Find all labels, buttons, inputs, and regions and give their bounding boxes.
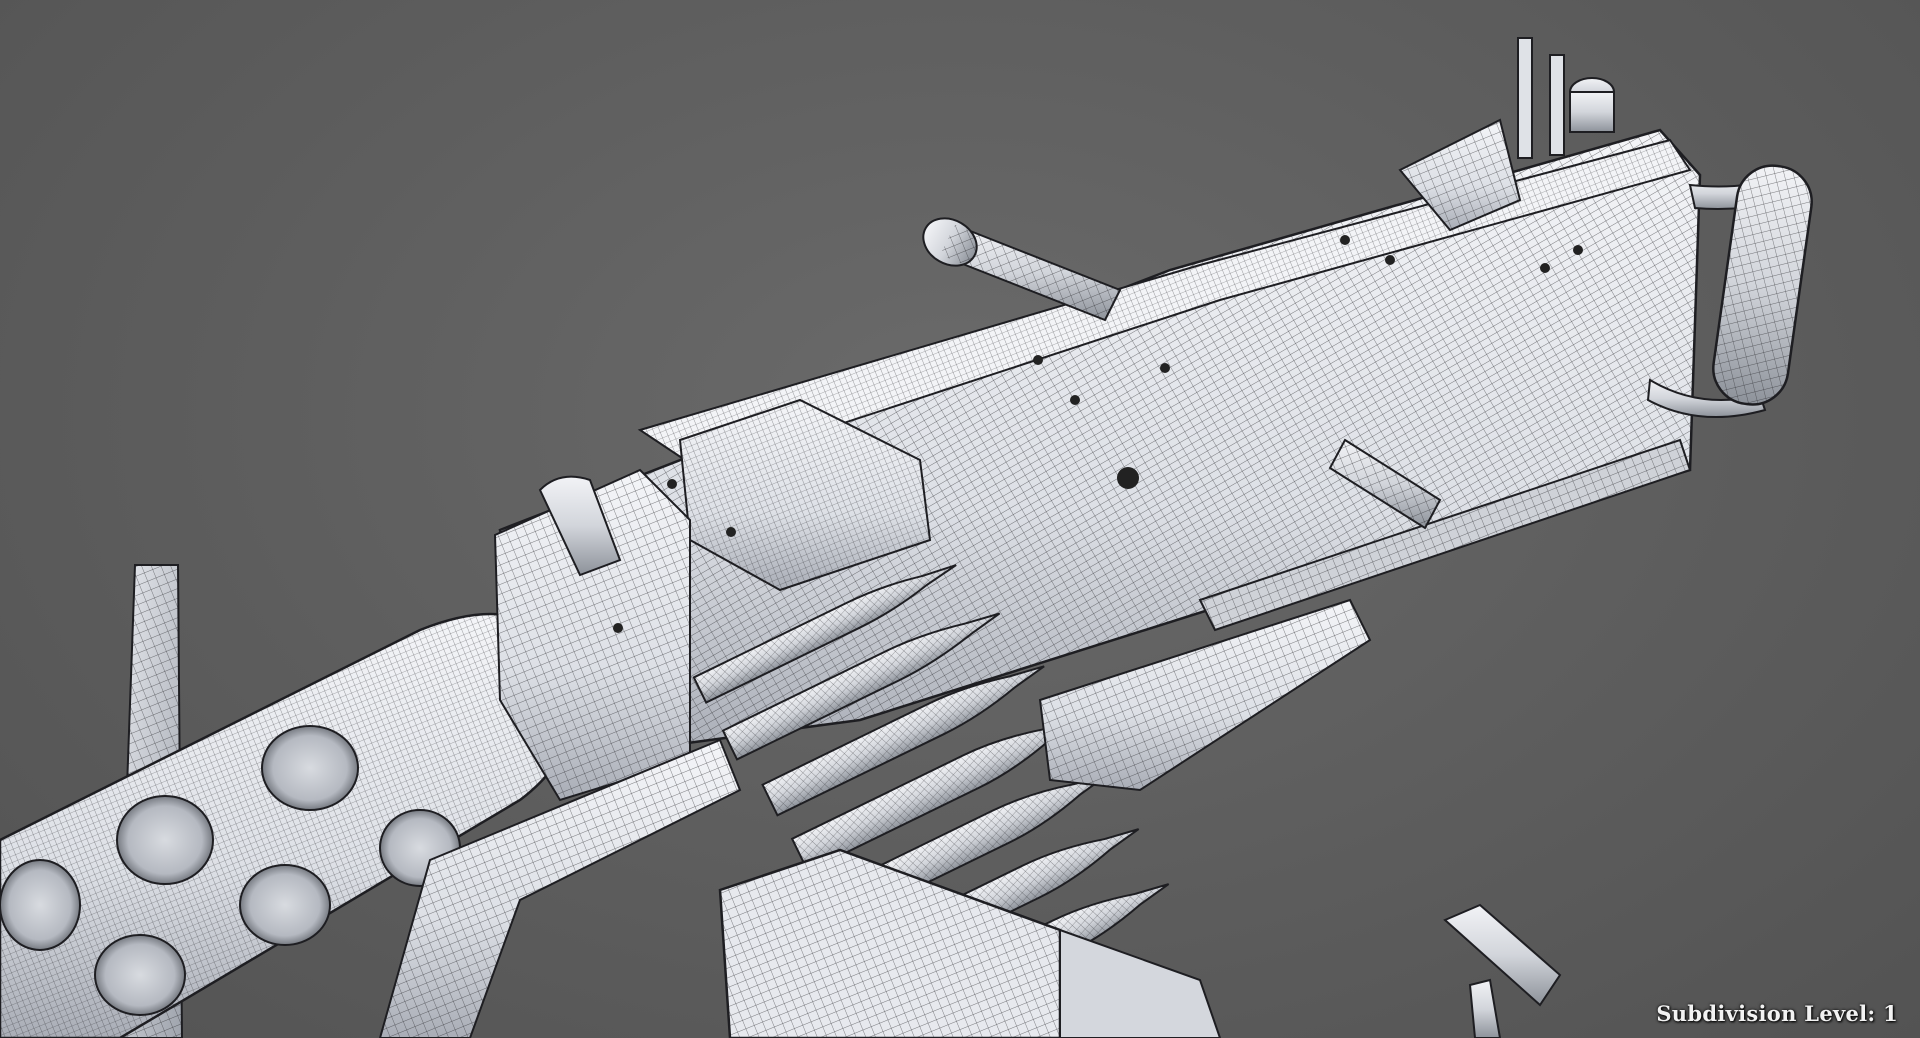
ammo-box	[718, 848, 1222, 1038]
3d-viewport: Subdivision Level: 1	[0, 0, 1920, 1038]
subdivision-level-label: Subdivision Level: 1	[1656, 1001, 1898, 1026]
traverse-handle	[1443, 903, 1562, 1038]
charging-handle-upper	[922, 217, 1122, 322]
wireframe-render	[0, 37, 1813, 1038]
